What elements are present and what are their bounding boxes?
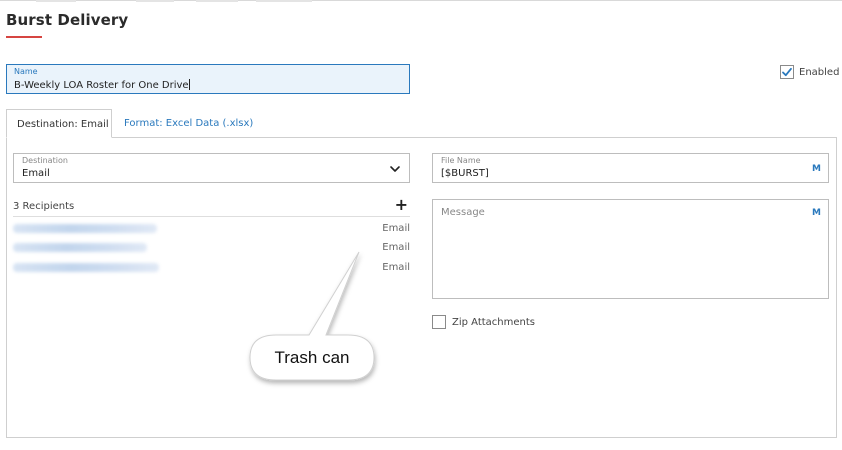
checkmark-icon (782, 67, 792, 77)
name-field[interactable]: Name B-Weekly LOA Roster for One Drive (6, 64, 410, 94)
title-underline (6, 36, 42, 38)
recipient-row[interactable]: Email (13, 240, 410, 256)
recipients-count: 3 Recipients (13, 201, 75, 212)
recipient-row[interactable]: Email (13, 260, 410, 276)
file-name-field[interactable]: File Name [$BURST] M (432, 153, 829, 183)
zip-attachments-label: Zip Attachments (452, 316, 535, 328)
recipients-header: 3 Recipients + (13, 195, 410, 217)
zip-attachments-toggle[interactable]: Zip Attachments (432, 315, 535, 329)
message-macro-button[interactable]: M (812, 208, 821, 218)
add-recipient-button[interactable]: + (395, 195, 408, 214)
recipient-address-redacted (13, 263, 159, 272)
recipient-address-redacted (13, 224, 157, 233)
recipient-address-redacted (13, 243, 147, 252)
recipient-type: Email (382, 223, 410, 234)
name-field-value-wrap: B-Weekly LOA Roster for One Drive (14, 79, 190, 91)
file-name-label: File Name (441, 156, 481, 165)
page-title: Burst Delivery (6, 11, 129, 29)
message-placeholder: Message (441, 207, 485, 218)
tab-format[interactable]: Format: Excel Data (.xlsx) (124, 118, 253, 129)
enabled-label: Enabled (799, 66, 840, 78)
plus-icon: + (394, 195, 408, 214)
chevron-down-icon (390, 166, 400, 172)
recipient-type: Email (382, 262, 410, 273)
message-field[interactable]: Message M (432, 199, 829, 299)
callout-text: Trash can (274, 347, 350, 367)
file-name-value: [$BURST] (441, 168, 489, 179)
text-caret (188, 79, 190, 90)
enabled-checkbox[interactable] (780, 65, 794, 79)
destination-label: Destination (22, 156, 68, 165)
tab-destination[interactable]: Destination: Email (6, 109, 112, 138)
name-field-label: Name (14, 67, 38, 76)
recipient-row[interactable]: Email (13, 221, 410, 237)
enabled-toggle[interactable]: Enabled (780, 65, 839, 79)
destination-value: Email (22, 168, 50, 179)
recipient-type: Email (382, 242, 410, 253)
top-nav-remnant (0, 0, 842, 2)
name-field-value: B-Weekly LOA Roster for One Drive (14, 80, 189, 91)
file-name-macro-button[interactable]: M (812, 164, 821, 174)
destination-select[interactable]: Destination Email (13, 153, 410, 183)
zip-attachments-checkbox[interactable] (432, 315, 446, 329)
